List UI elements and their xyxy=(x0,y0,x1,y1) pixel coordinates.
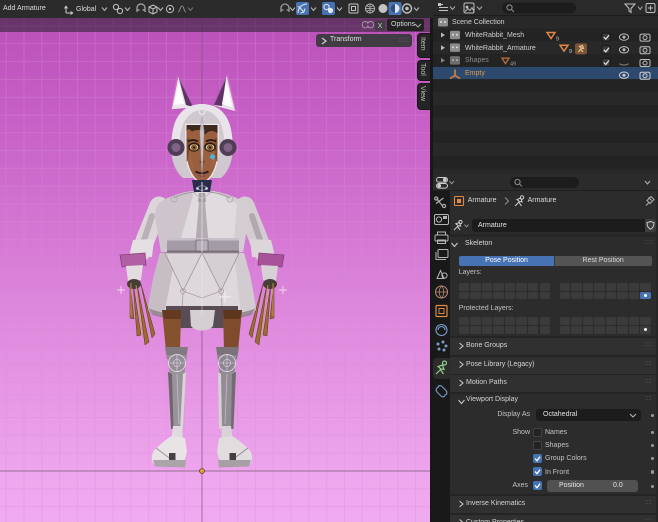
svg-text:X: X xyxy=(378,23,383,30)
svg-text:9: 9 xyxy=(569,49,572,55)
svg-text:9: 9 xyxy=(556,37,559,43)
svg-text:49: 49 xyxy=(510,62,516,68)
